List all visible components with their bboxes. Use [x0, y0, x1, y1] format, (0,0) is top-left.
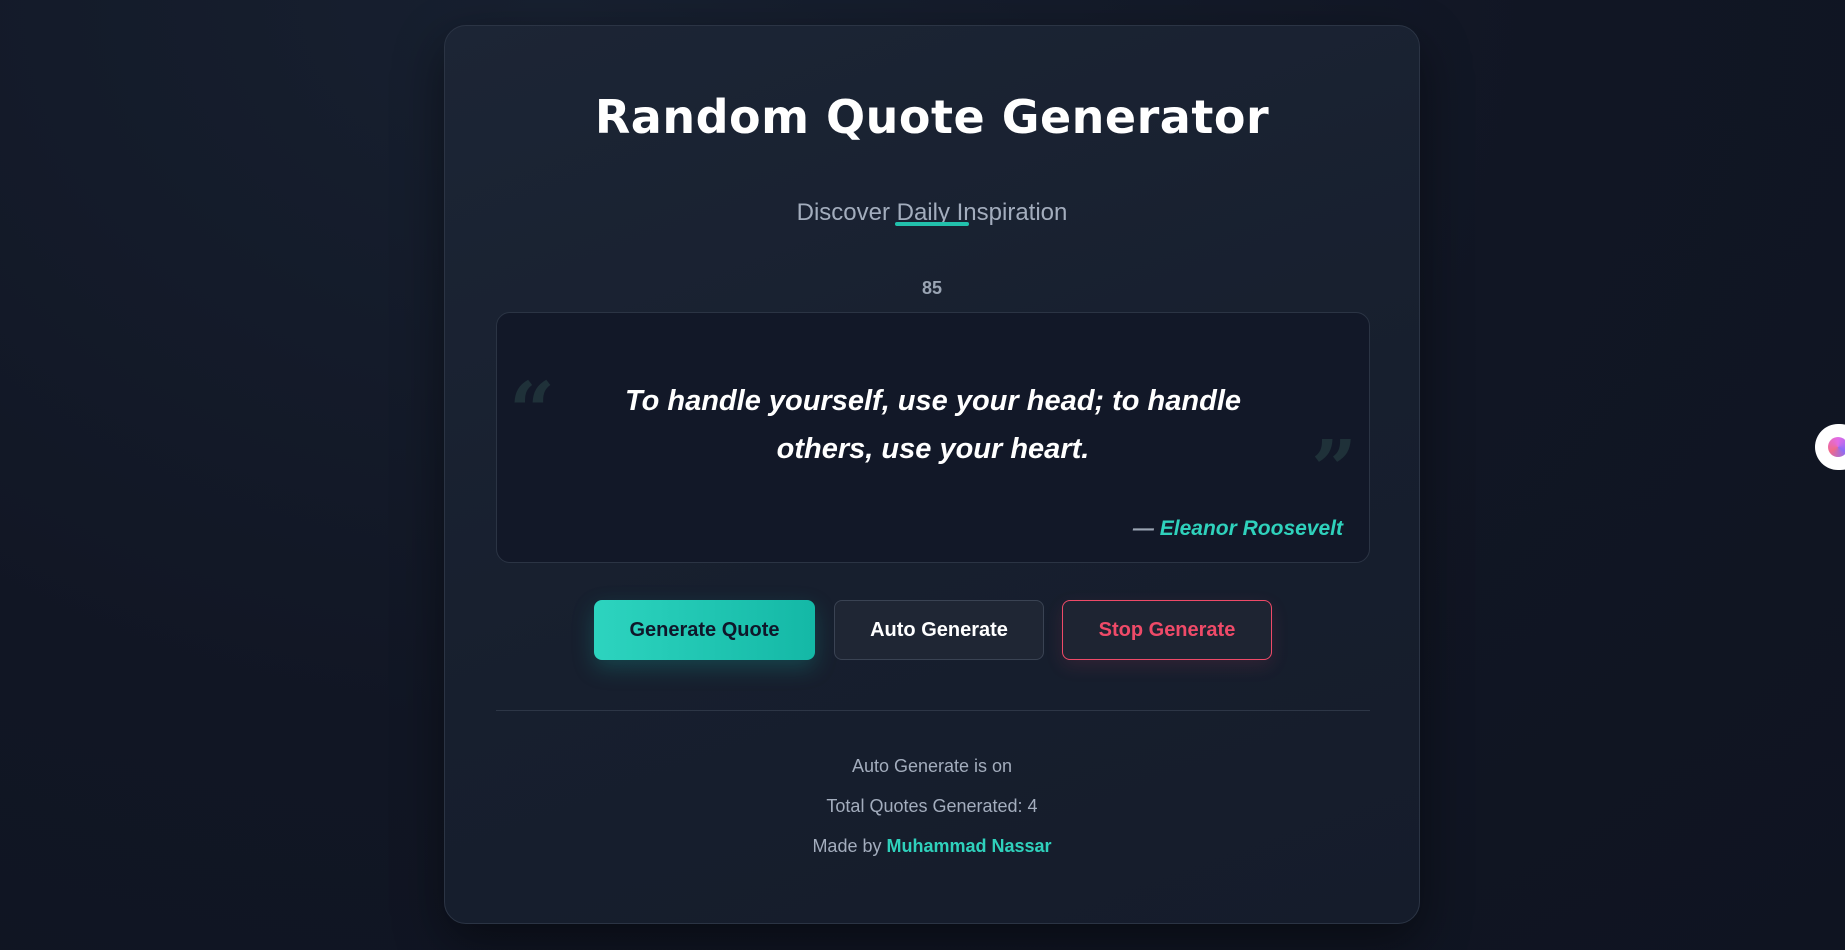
footer-divider	[496, 710, 1370, 711]
page: Random Quote Generator Discover Daily In…	[0, 0, 1845, 950]
brain-icon	[1828, 437, 1845, 457]
generate-quote-button[interactable]: Generate Quote	[594, 600, 815, 660]
title-underline	[895, 222, 969, 226]
quote-author: Eleanor Roosevelt	[1159, 517, 1343, 540]
quote-text: To handle yourself, use your head; to ha…	[624, 385, 1242, 465]
page-title: Random Quote Generator	[594, 90, 1270, 144]
made-by-prefix: Made by	[812, 836, 887, 856]
made-by-credit: Made by Muhammad Nassar	[445, 836, 1419, 857]
close-quote-icon: ”	[1310, 422, 1357, 516]
author-prefix: —	[1132, 517, 1160, 540]
auto-generate-status: Auto Generate is on	[851, 756, 1013, 776]
author-credit-link[interactable]: Muhammad Nassar	[886, 836, 1051, 856]
quote-card: Random Quote Generator Discover Daily In…	[444, 25, 1420, 924]
quote-author-line: — Eleanor Roosevelt	[1133, 517, 1343, 541]
open-quote-icon: “	[509, 364, 556, 458]
quote-box: “ To handle yourself, use your head; to …	[496, 312, 1370, 563]
side-widget-button[interactable]	[1815, 424, 1845, 470]
auto-generate-button[interactable]: Auto Generate	[834, 600, 1044, 660]
total-quotes-count: Total Quotes Generated: 4	[826, 796, 1038, 816]
stop-generate-button[interactable]: Stop Generate	[1062, 600, 1272, 660]
quote-counter: 85	[921, 278, 943, 298]
